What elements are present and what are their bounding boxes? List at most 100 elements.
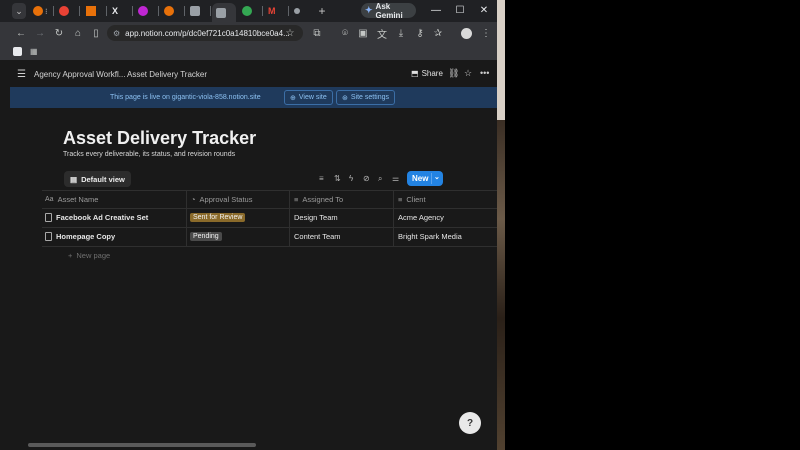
password-key-icon[interactable]: ⚷ [413, 26, 427, 40]
status-badge: Pending [190, 232, 222, 241]
bookmarks-panel-icon[interactable]: ✰ [431, 26, 445, 40]
browser-window: ⌄ ⁝ X M + ✦ Ask Gemini — ☐ ✕ ← → ↻ ⌂ ▯ ⚙… [0, 0, 497, 450]
page-title[interactable]: Asset Delivery Tracker [63, 128, 256, 149]
site-settings-label: Site settings [350, 94, 390, 101]
text-property-icon: Aa [45, 195, 54, 203]
column-label: Approval Status [199, 194, 253, 204]
browser-tab[interactable] [290, 3, 312, 19]
table-view-icon: ▤ [70, 174, 78, 184]
notion-topbar: ☰ Agency Approval Workfl... Asset Delive… [10, 63, 497, 87]
page-icon [45, 213, 52, 222]
bookmarks-bar: ▦ [0, 44, 497, 60]
extension-icon[interactable]: ⧉ [310, 26, 324, 40]
column-header-client[interactable]: ≡ Client [398, 190, 426, 208]
new-record-button[interactable]: New ⌄ [407, 171, 443, 186]
text-lines-icon: ≡ [398, 194, 403, 204]
browser-toolbar: ← → ↻ ⌂ ▯ ⚙ app.notion.com/p/dc0ef721c0a… [0, 22, 497, 44]
site-settings-button[interactable]: ⊛ Site settings [336, 90, 396, 105]
status-badge: Sent for Review [190, 213, 246, 222]
browser-tab[interactable]: X [108, 3, 133, 19]
globe-icon: ⊕ [290, 94, 296, 102]
favorite-star-icon[interactable]: ☆ [464, 68, 472, 79]
browser-tab[interactable] [238, 3, 263, 19]
asset-name-text: Facebook Ad Creative Set [56, 213, 149, 222]
asset-name-cell[interactable]: Facebook Ad Creative Set [45, 208, 148, 227]
more-menu-icon[interactable]: ⋮ [479, 26, 493, 40]
tab-strip: ⌄ ⁝ X M + ✦ Ask Gemini — ☐ ✕ [0, 0, 497, 22]
automation-bolt-icon[interactable]: ϟ [349, 174, 353, 183]
settings-sliders-icon[interactable]: ⚌ [392, 174, 399, 183]
bookmark-item-icon[interactable] [13, 47, 22, 56]
share-button[interactable]: ⬒ Share [411, 69, 443, 78]
screenshot-icon[interactable]: ▣ [356, 26, 370, 40]
breadcrumb-current[interactable]: Asset Delivery Tracker [127, 70, 207, 79]
forward-arrow-icon[interactable]: → [33, 26, 47, 40]
view-tab-label: Default view [81, 174, 125, 184]
download-icon[interactable]: ⤓ [394, 26, 408, 40]
sidebar-menu-icon[interactable]: ☰ [17, 69, 26, 80]
browser-tab-active[interactable] [212, 3, 236, 22]
url-text: app.notion.com/p/dc0ef721c0a14810bce0a4.… [125, 28, 290, 38]
assigned-to-cell[interactable]: Content Team [294, 227, 341, 246]
link-icon[interactable]: ⛓ [448, 68, 459, 79]
browser-tab[interactable] [134, 3, 159, 19]
text-lines-icon: ≡ [294, 194, 299, 204]
approval-status-cell[interactable]: Pending [190, 227, 222, 246]
approval-status-cell[interactable]: Sent for Review [190, 208, 246, 227]
column-label: Asset Name [57, 194, 99, 204]
page-icon [45, 232, 52, 241]
client-cell[interactable]: Acme Agency [398, 208, 444, 227]
breadcrumb-parent[interactable]: Agency Approval Workfl... [34, 70, 125, 79]
profile-avatar[interactable] [459, 26, 473, 40]
address-bar[interactable]: ⚙ app.notion.com/p/dc0ef721c0a14810bce0a… [107, 25, 303, 41]
search-icon[interactable]: ⌕ [378, 174, 382, 184]
browser-tab[interactable] [82, 3, 107, 19]
banner-message: This page is live on gigantic-viola-858.… [110, 94, 261, 101]
column-header-approval-status[interactable]: ◔ Approval Status [191, 190, 252, 208]
view-site-button[interactable]: ⊕ View site [284, 90, 333, 105]
column-header-assigned-to[interactable]: ≡ Assigned To [294, 190, 343, 208]
help-button[interactable]: ? [459, 412, 481, 434]
browser-tab[interactable] [160, 3, 185, 19]
lens-icon[interactable]: ⌾ [338, 26, 352, 40]
page-description[interactable]: Tracks every deliverable, its status, an… [63, 151, 235, 158]
asset-name-text: Homepage Copy [56, 232, 116, 241]
maximize-button[interactable]: ☐ [452, 3, 468, 17]
tab-favicon-icon [33, 6, 43, 16]
more-options-icon[interactable]: ••• [480, 68, 489, 78]
view-tab-default[interactable]: ▤ Default view [64, 171, 131, 187]
tab-search-button[interactable]: ⌄ [12, 3, 26, 19]
ask-gemini-label: Ask Gemini [375, 1, 403, 20]
column-header-asset-name[interactable]: Aa Asset Name [45, 190, 98, 208]
browser-tab[interactable]: ⁝ [29, 3, 54, 19]
site-info-icon[interactable]: ⚙ [113, 29, 120, 38]
client-cell[interactable]: Bright Spark Media [398, 227, 462, 246]
browser-tab[interactable] [186, 3, 211, 19]
new-button-label: New [412, 174, 429, 183]
close-window-button[interactable]: ✕ [476, 3, 492, 17]
home-icon[interactable]: ⌂ [71, 26, 85, 40]
tab-favicon-icon [138, 6, 148, 16]
new-page-button[interactable]: + New page [68, 251, 110, 260]
horizontal-scrollbar[interactable] [28, 443, 256, 447]
new-page-label: New page [76, 251, 111, 260]
browser-tab[interactable] [55, 3, 80, 19]
reload-icon[interactable]: ↻ [52, 26, 66, 40]
minimize-button[interactable]: — [428, 3, 444, 17]
filter-icon[interactable]: ≡ [319, 174, 324, 183]
sort-icon[interactable]: ⇅ [334, 174, 341, 183]
tab-favicon-icon [164, 6, 174, 16]
rollup-icon[interactable]: ⊘ [363, 174, 370, 183]
asset-name-cell[interactable]: Homepage Copy [45, 227, 115, 246]
ask-gemini-button[interactable]: ✦ Ask Gemini [361, 1, 416, 20]
back-arrow-icon[interactable]: ← [14, 26, 28, 40]
split-view-icon[interactable]: ▯ [89, 26, 103, 40]
browser-tab[interactable]: M [264, 3, 289, 19]
apps-grid-icon[interactable]: ▦ [30, 47, 39, 56]
new-tab-button[interactable]: + [315, 3, 329, 19]
tab-favicon-icon [59, 6, 69, 16]
bookmark-star-icon[interactable]: ☆ [283, 26, 297, 40]
chevron-down-icon[interactable]: ⌄ [434, 173, 440, 181]
assigned-to-cell[interactable]: Design Team [294, 208, 338, 227]
translate-icon[interactable]: 文 [375, 26, 389, 41]
